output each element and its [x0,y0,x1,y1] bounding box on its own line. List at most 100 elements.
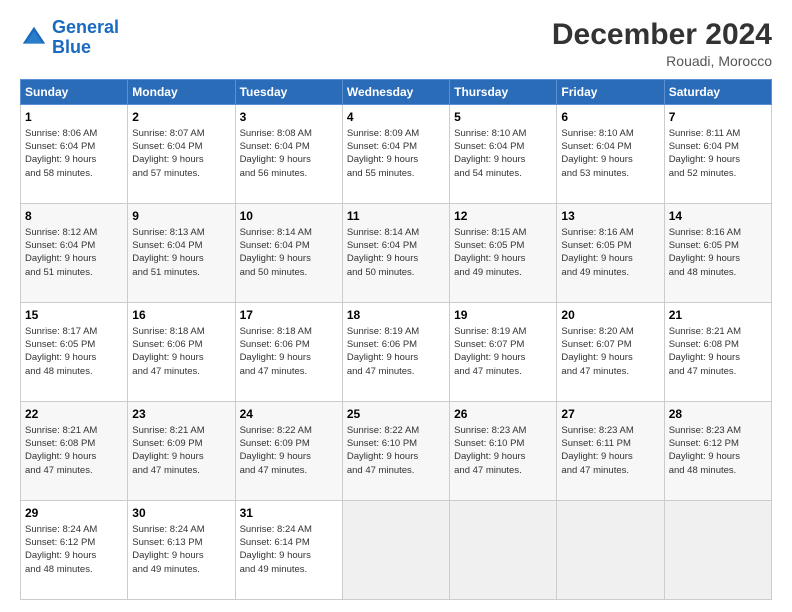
day-info: Sunrise: 8:18 AMSunset: 6:06 PMDaylight:… [132,325,230,378]
table-row: 14Sunrise: 8:16 AMSunset: 6:05 PMDayligh… [664,204,771,303]
calendar-header-row: Sunday Monday Tuesday Wednesday Thursday… [21,80,772,105]
logo-line1: General [52,17,119,37]
table-row: 8Sunrise: 8:12 AMSunset: 6:04 PMDaylight… [21,204,128,303]
col-monday: Monday [128,80,235,105]
day-info: Sunrise: 8:18 AMSunset: 6:06 PMDaylight:… [240,325,338,378]
col-wednesday: Wednesday [342,80,449,105]
day-info: Sunrise: 8:23 AMSunset: 6:11 PMDaylight:… [561,424,659,477]
day-number: 20 [561,307,659,324]
day-info: Sunrise: 8:06 AMSunset: 6:04 PMDaylight:… [25,127,123,180]
day-info: Sunrise: 8:22 AMSunset: 6:10 PMDaylight:… [347,424,445,477]
page: General Blue December 2024 Rouadi, Moroc… [0,0,792,612]
table-row: 10Sunrise: 8:14 AMSunset: 6:04 PMDayligh… [235,204,342,303]
day-number: 30 [132,505,230,522]
table-row: 26Sunrise: 8:23 AMSunset: 6:10 PMDayligh… [450,402,557,501]
table-row: 27Sunrise: 8:23 AMSunset: 6:11 PMDayligh… [557,402,664,501]
header: General Blue December 2024 Rouadi, Moroc… [20,18,772,69]
col-tuesday: Tuesday [235,80,342,105]
table-row: 5Sunrise: 8:10 AMSunset: 6:04 PMDaylight… [450,105,557,204]
day-number: 26 [454,406,552,423]
table-row: 1Sunrise: 8:06 AMSunset: 6:04 PMDaylight… [21,105,128,204]
table-row: 2Sunrise: 8:07 AMSunset: 6:04 PMDaylight… [128,105,235,204]
day-number: 13 [561,208,659,225]
day-info: Sunrise: 8:21 AMSunset: 6:09 PMDaylight:… [132,424,230,477]
day-number: 21 [669,307,767,324]
day-info: Sunrise: 8:20 AMSunset: 6:07 PMDaylight:… [561,325,659,378]
table-row: 4Sunrise: 8:09 AMSunset: 6:04 PMDaylight… [342,105,449,204]
col-thursday: Thursday [450,80,557,105]
table-row: 15Sunrise: 8:17 AMSunset: 6:05 PMDayligh… [21,303,128,402]
title-block: December 2024 Rouadi, Morocco [552,18,772,69]
day-number: 17 [240,307,338,324]
calendar-week-row: 15Sunrise: 8:17 AMSunset: 6:05 PMDayligh… [21,303,772,402]
calendar: Sunday Monday Tuesday Wednesday Thursday… [20,79,772,600]
calendar-week-row: 22Sunrise: 8:21 AMSunset: 6:08 PMDayligh… [21,402,772,501]
day-number: 1 [25,109,123,126]
day-number: 22 [25,406,123,423]
day-info: Sunrise: 8:08 AMSunset: 6:04 PMDaylight:… [240,127,338,180]
day-number: 28 [669,406,767,423]
table-row: 25Sunrise: 8:22 AMSunset: 6:10 PMDayligh… [342,402,449,501]
day-number: 29 [25,505,123,522]
day-info: Sunrise: 8:10 AMSunset: 6:04 PMDaylight:… [561,127,659,180]
day-info: Sunrise: 8:15 AMSunset: 6:05 PMDaylight:… [454,226,552,279]
calendar-week-row: 1Sunrise: 8:06 AMSunset: 6:04 PMDaylight… [21,105,772,204]
day-number: 5 [454,109,552,126]
table-row [450,501,557,600]
day-number: 8 [25,208,123,225]
table-row [664,501,771,600]
logo-text: General Blue [52,18,119,58]
table-row: 12Sunrise: 8:15 AMSunset: 6:05 PMDayligh… [450,204,557,303]
day-number: 31 [240,505,338,522]
day-number: 10 [240,208,338,225]
day-info: Sunrise: 8:16 AMSunset: 6:05 PMDaylight:… [561,226,659,279]
table-row: 23Sunrise: 8:21 AMSunset: 6:09 PMDayligh… [128,402,235,501]
day-number: 19 [454,307,552,324]
table-row: 7Sunrise: 8:11 AMSunset: 6:04 PMDaylight… [664,105,771,204]
day-info: Sunrise: 8:12 AMSunset: 6:04 PMDaylight:… [25,226,123,279]
day-info: Sunrise: 8:24 AMSunset: 6:12 PMDaylight:… [25,523,123,576]
day-number: 7 [669,109,767,126]
day-number: 14 [669,208,767,225]
day-number: 16 [132,307,230,324]
table-row: 9Sunrise: 8:13 AMSunset: 6:04 PMDaylight… [128,204,235,303]
table-row: 22Sunrise: 8:21 AMSunset: 6:08 PMDayligh… [21,402,128,501]
calendar-week-row: 8Sunrise: 8:12 AMSunset: 6:04 PMDaylight… [21,204,772,303]
table-row: 31Sunrise: 8:24 AMSunset: 6:14 PMDayligh… [235,501,342,600]
day-info: Sunrise: 8:11 AMSunset: 6:04 PMDaylight:… [669,127,767,180]
day-number: 12 [454,208,552,225]
table-row: 3Sunrise: 8:08 AMSunset: 6:04 PMDaylight… [235,105,342,204]
day-info: Sunrise: 8:19 AMSunset: 6:07 PMDaylight:… [454,325,552,378]
table-row: 17Sunrise: 8:18 AMSunset: 6:06 PMDayligh… [235,303,342,402]
table-row [557,501,664,600]
day-number: 6 [561,109,659,126]
day-info: Sunrise: 8:16 AMSunset: 6:05 PMDaylight:… [669,226,767,279]
col-friday: Friday [557,80,664,105]
day-number: 9 [132,208,230,225]
day-info: Sunrise: 8:07 AMSunset: 6:04 PMDaylight:… [132,127,230,180]
calendar-week-row: 29Sunrise: 8:24 AMSunset: 6:12 PMDayligh… [21,501,772,600]
table-row: 28Sunrise: 8:23 AMSunset: 6:12 PMDayligh… [664,402,771,501]
day-number: 23 [132,406,230,423]
logo: General Blue [20,18,119,58]
table-row [342,501,449,600]
table-row: 6Sunrise: 8:10 AMSunset: 6:04 PMDaylight… [557,105,664,204]
table-row: 13Sunrise: 8:16 AMSunset: 6:05 PMDayligh… [557,204,664,303]
day-info: Sunrise: 8:21 AMSunset: 6:08 PMDaylight:… [669,325,767,378]
location: Rouadi, Morocco [552,53,772,69]
day-info: Sunrise: 8:21 AMSunset: 6:08 PMDaylight:… [25,424,123,477]
table-row: 20Sunrise: 8:20 AMSunset: 6:07 PMDayligh… [557,303,664,402]
day-number: 11 [347,208,445,225]
day-info: Sunrise: 8:09 AMSunset: 6:04 PMDaylight:… [347,127,445,180]
table-row: 30Sunrise: 8:24 AMSunset: 6:13 PMDayligh… [128,501,235,600]
day-info: Sunrise: 8:22 AMSunset: 6:09 PMDaylight:… [240,424,338,477]
table-row: 11Sunrise: 8:14 AMSunset: 6:04 PMDayligh… [342,204,449,303]
day-info: Sunrise: 8:24 AMSunset: 6:14 PMDaylight:… [240,523,338,576]
day-info: Sunrise: 8:10 AMSunset: 6:04 PMDaylight:… [454,127,552,180]
day-number: 25 [347,406,445,423]
day-info: Sunrise: 8:24 AMSunset: 6:13 PMDaylight:… [132,523,230,576]
day-number: 2 [132,109,230,126]
day-number: 15 [25,307,123,324]
day-number: 18 [347,307,445,324]
day-number: 27 [561,406,659,423]
